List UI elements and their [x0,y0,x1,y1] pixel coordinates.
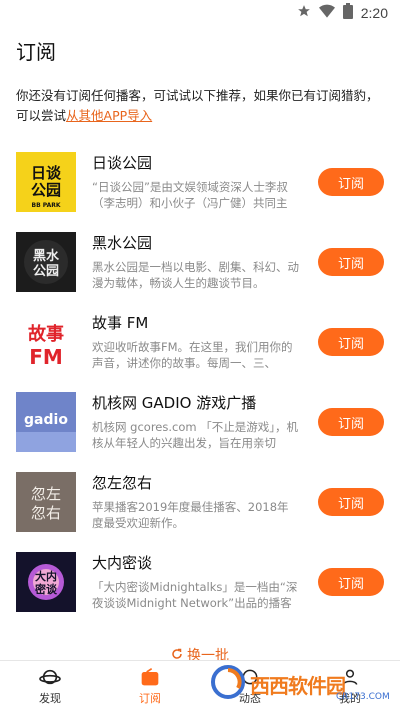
podcast-cover: 忽左 忽右 [16,472,76,532]
svg-text:密谈: 密谈 [35,582,58,596]
watermark-logo-icon [210,664,246,704]
svg-text:故事: 故事 [28,323,64,345]
podcast-description: 机核网 gcores.com 「不止是游戏」，机核从年轻人的兴趣出发，旨在用亲切 [92,420,298,450]
status-time: 2:20 [360,5,388,21]
svg-text:忽左: 忽左 [31,485,61,503]
watermark-sub: CR173.COM [336,692,390,702]
podcast-name: 黑水公园 [92,234,153,252]
svg-text:BB PARK: BB PARK [32,202,61,209]
svg-text:FM: FM [29,345,63,369]
podcast-list: 日谈 公园 BB PARK 日谈公园 “日谈公园”是由文娱领域资深人士李叔（李志… [0,148,400,628]
podcast-item[interactable]: 忽左 忽右 忽左忽右 苹果播客2019年度最佳播客、2018年度最受欢迎新作。 … [0,468,400,548]
nav-subscriptions[interactable]: 订阅 [100,661,200,711]
podcast-item[interactable]: 日谈 公园 BB PARK 日谈公园 “日谈公园”是由文娱领域资深人士李叔（李志… [0,148,400,228]
svg-text:gadio: gadio [24,412,68,428]
subscribe-button[interactable]: 订阅 [318,328,384,356]
podcast-name: 日谈公园 [92,154,153,172]
import-from-other-app-link[interactable]: 从其他APP导入 [66,108,152,123]
page-title: 订阅 [16,40,56,64]
radio-icon [140,666,160,688]
watermark-text: 西西软件园 [250,673,346,698]
podcast-name: 机核网 GADIO 游戏广播 [92,394,257,412]
svg-text:黑水: 黑水 [33,248,60,264]
podcast-cover: 日谈 公园 BB PARK [16,152,76,212]
subscribe-button[interactable]: 订阅 [318,488,384,516]
podcast-cover: gadio [16,392,76,452]
subscribe-button[interactable]: 订阅 [318,568,384,596]
podcast-description: 黑水公园是一档以电影、剧集、科幻、动漫为载体，畅谈人生的趣谈节目。 [92,260,299,290]
podcast-cover: 黑水 公园 [16,232,76,292]
podcast-name: 故事 FM [92,314,149,332]
svg-text:忽右: 忽右 [31,504,61,522]
podcast-cover: 故事 FM [16,312,76,372]
site-watermark: 西西软件园 CR173.COM [210,662,396,706]
podcast-item[interactable]: gadio 机核网 GADIO 游戏广播 机核网 gcores.com 「不止是… [0,388,400,468]
podcast-description: “日谈公园”是由文娱领域资深人士李叔（李志明）和小伙子（冯广健）共同主 [92,180,288,210]
nav-label: 订阅 [139,692,161,705]
subscribe-button[interactable]: 订阅 [318,168,384,196]
battery-icon [342,3,353,23]
subscribe-button[interactable]: 订阅 [318,408,384,436]
svg-text:日谈: 日谈 [31,164,62,182]
svg-text:大内: 大内 [35,569,57,583]
nav-discover[interactable]: 发现 [0,661,100,711]
subscribe-button[interactable]: 订阅 [318,248,384,276]
intro-text: 你还没有订阅任何播客，可试试以下推荐，如果你已有订阅猎豹，可以尝试从其他APP导… [16,86,386,126]
planet-icon [39,666,61,688]
podcast-name: 忽左忽右 [92,474,153,492]
podcast-name: 大内密谈 [92,554,153,572]
podcast-description: 「大内密谈Midnightalks」是一档由“深夜谈谈Midnight Netw… [92,580,298,610]
svg-text:公园: 公园 [31,181,61,199]
podcast-description: 苹果播客2019年度最佳播客、2018年度最受欢迎新作。 [92,500,289,530]
podcast-item[interactable]: 大内 密谈 大内密谈 「大内密谈Midnightalks」是一档由“深夜谈谈Mi… [0,548,400,628]
podcast-cover: 大内 密谈 [16,552,76,612]
podcast-item[interactable]: 故事 FM 故事 FM 欢迎收听故事FM。在这里，我们用你的声音，讲述你的故事。… [0,308,400,388]
svg-text:公园: 公园 [33,264,59,279]
podcast-description: 欢迎收听故事FM。在这里，我们用你的声音，讲述你的故事。每周一、三、 [92,340,293,370]
nav-label: 发现 [39,692,61,705]
wifi-icon [318,4,335,22]
podcast-item[interactable]: 黑水 公园 黑水公园 黑水公园是一档以电影、剧集、科幻、动漫为载体，畅谈人生的趣… [0,228,400,308]
star-icon [297,4,311,22]
status-bar: 2:20 [0,0,400,26]
